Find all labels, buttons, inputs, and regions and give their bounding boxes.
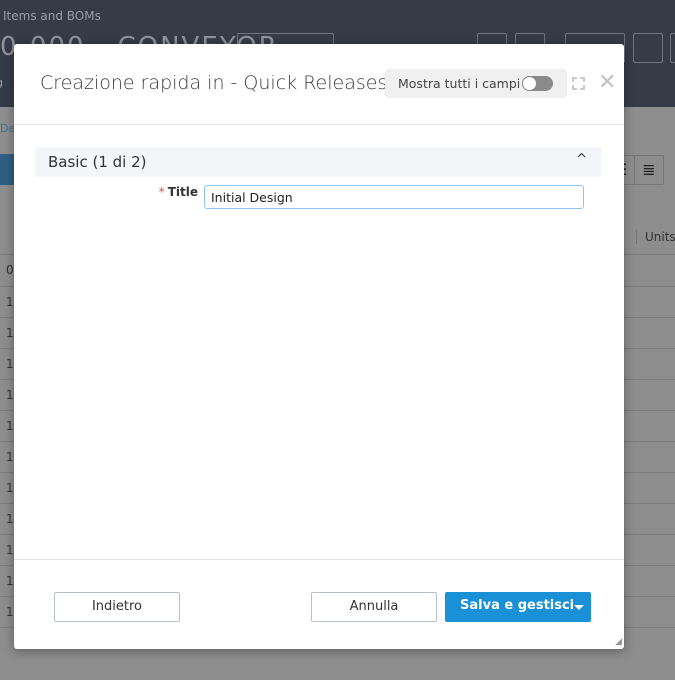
save-and-manage-button[interactable]: Salva e gestisci [445, 592, 591, 622]
quick-create-dialog: Creazione rapida in - Quick Releases Mos… [14, 44, 624, 649]
chevron-up-icon[interactable]: ^ [576, 152, 587, 167]
collapse-icon[interactable] [633, 33, 663, 63]
column-header-units[interactable]: Units [636, 230, 675, 244]
show-all-fields-toggle[interactable]: Mostra tutti i campi [385, 69, 567, 98]
divider [14, 559, 624, 560]
title-input[interactable]: Initial Design [204, 185, 584, 209]
cancel-button[interactable]: Annulla [311, 592, 437, 622]
toggle-label: Mostra tutti i campi [398, 76, 521, 91]
toggle-switch[interactable] [522, 76, 553, 91]
dropdown-caret-icon[interactable] [574, 605, 584, 610]
back-button[interactable]: Indietro [54, 592, 180, 622]
header-button[interactable] [670, 33, 675, 63]
breadcrumb[interactable]: Items and BOMs [3, 9, 101, 23]
maximize-icon[interactable] [572, 77, 585, 90]
close-icon[interactable]: ✕ [598, 70, 616, 95]
list-view-icon[interactable]: ≣ [634, 155, 664, 185]
required-marker: * [158, 185, 165, 199]
item-subtitle: g [0, 76, 3, 89]
divider [14, 124, 624, 125]
resize-handle-icon[interactable]: ◢ [615, 637, 622, 647]
title-label: * Title [158, 185, 198, 199]
section-title: Basic (1 di 2) [48, 153, 147, 171]
section-header-basic[interactable]: Basic (1 di 2) ^ [35, 147, 601, 177]
dialog-title: Creazione rapida in - Quick Releases [40, 72, 388, 94]
